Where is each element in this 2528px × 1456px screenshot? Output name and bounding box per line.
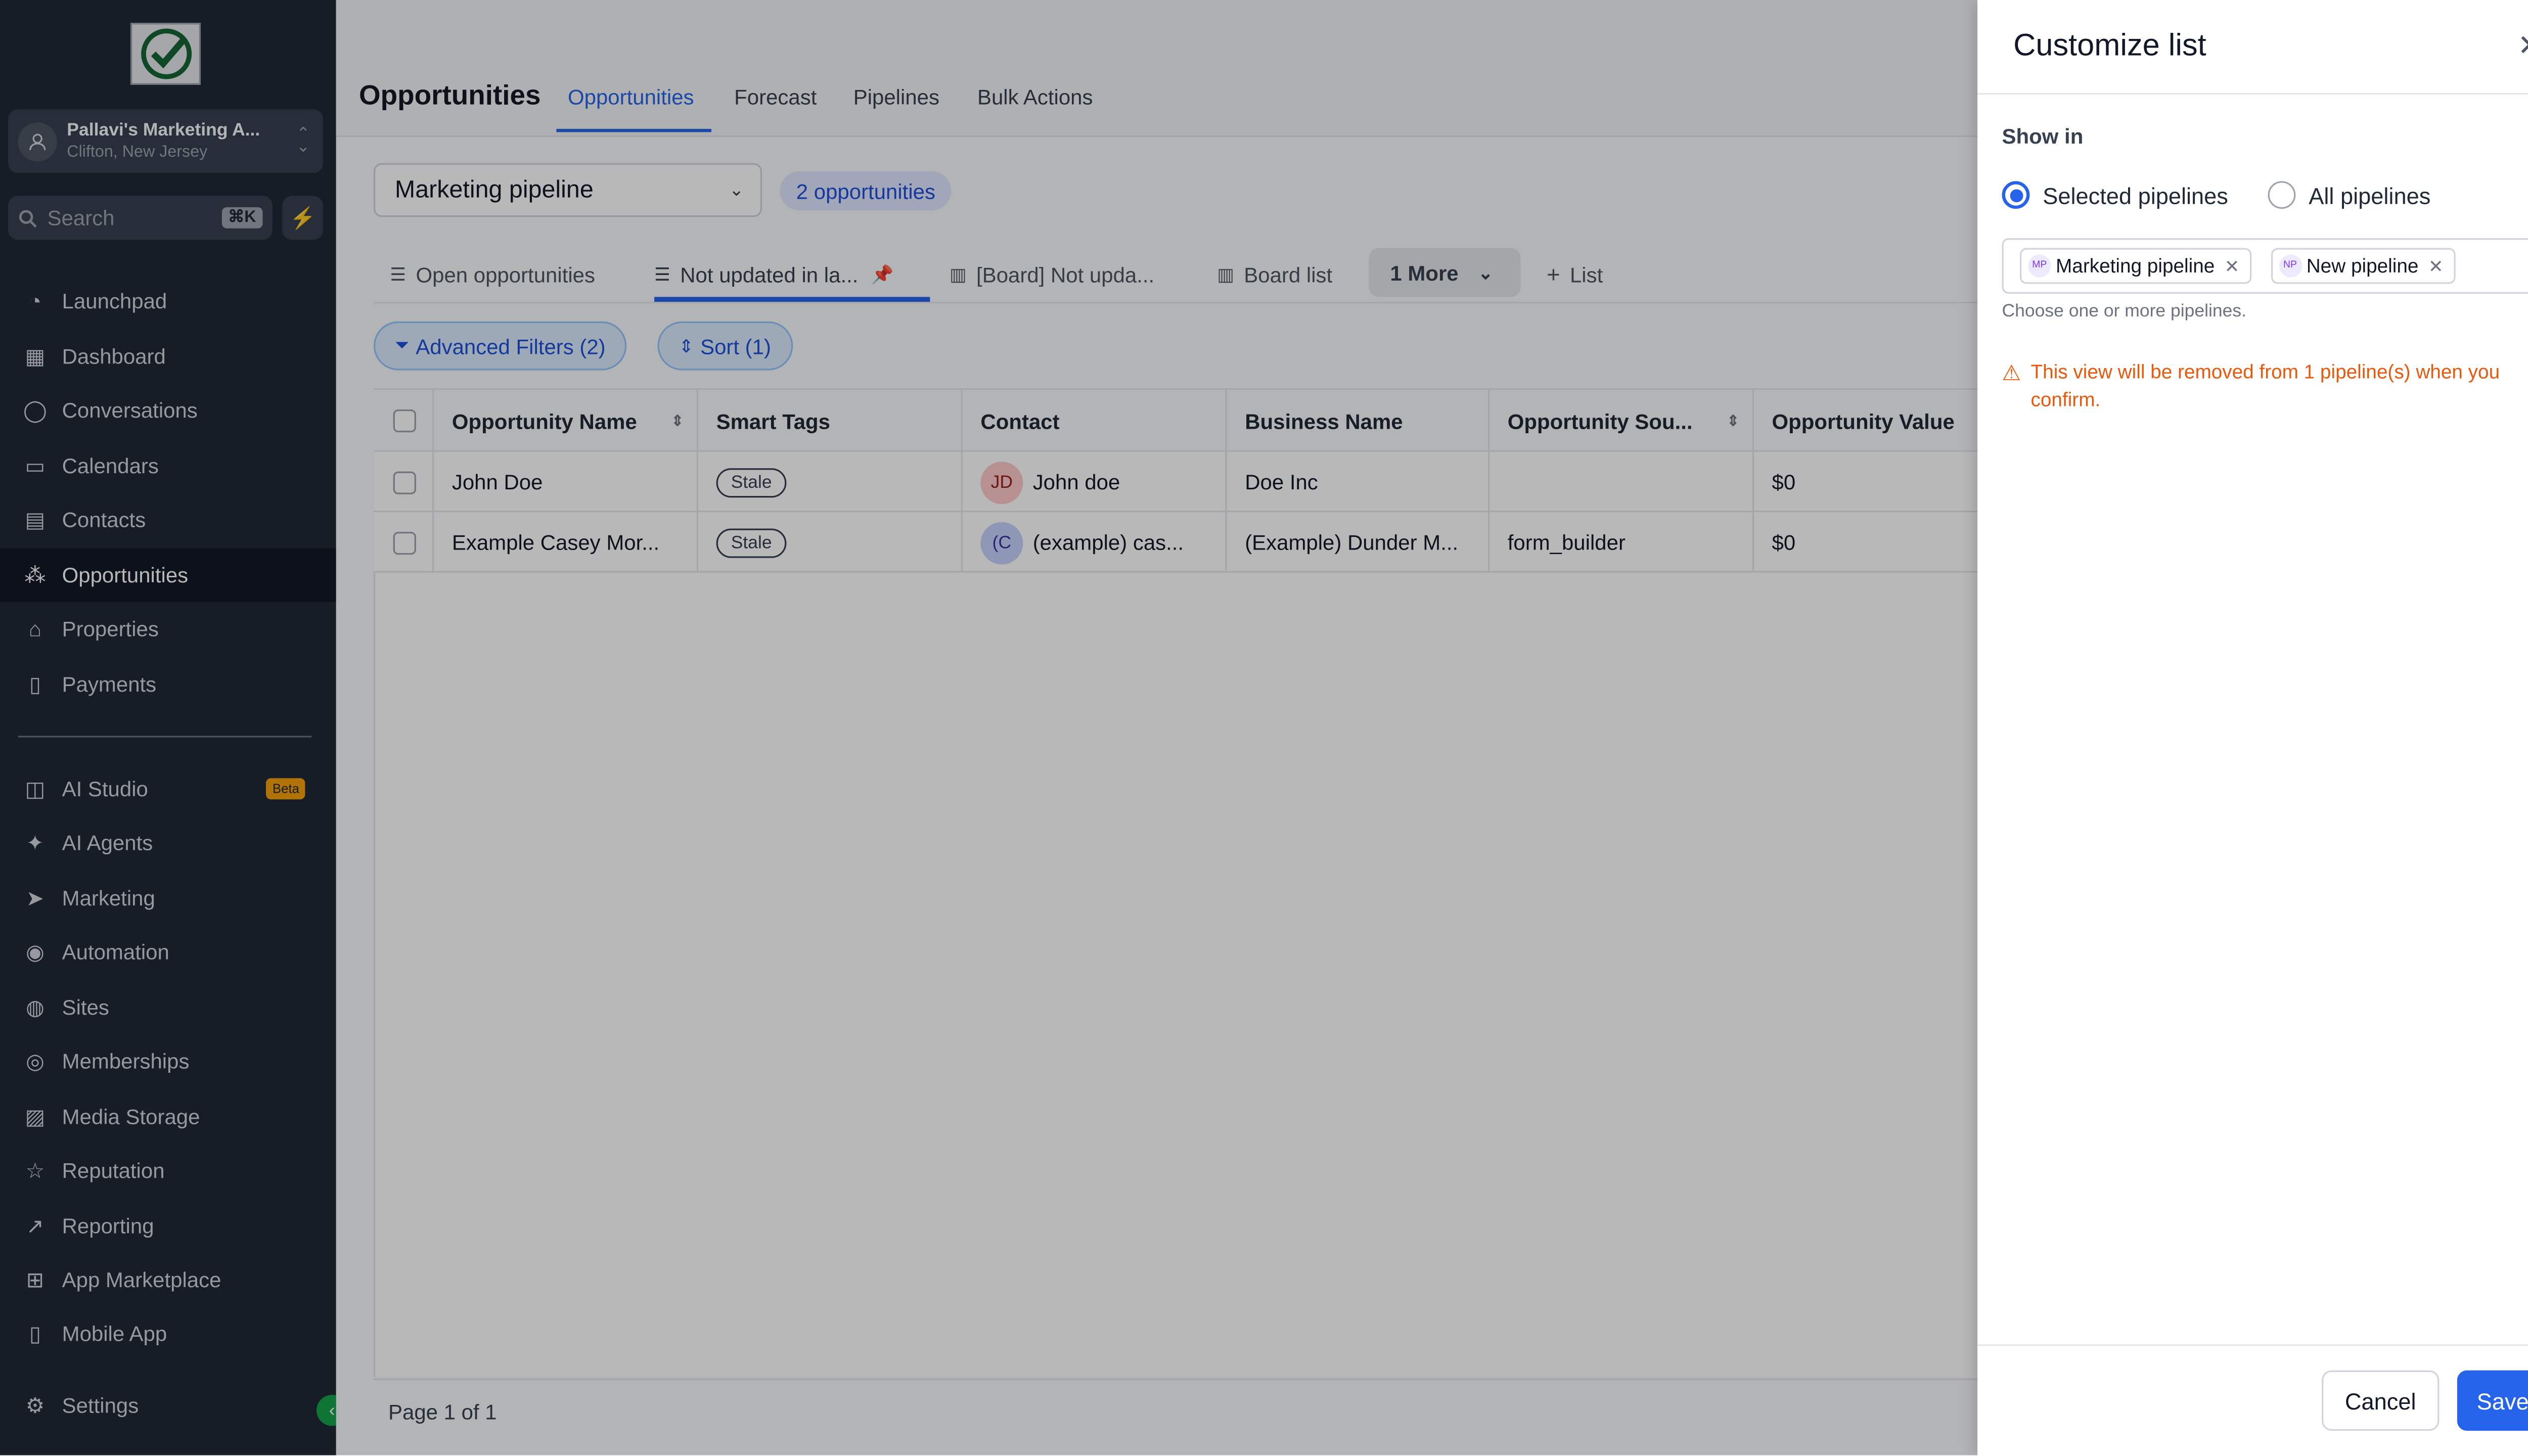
- radio-all-label: All pipelines: [2309, 181, 2431, 208]
- save-button[interactable]: Save: [2457, 1370, 2528, 1431]
- radio-all-pipelines[interactable]: All pipelines: [2268, 181, 2431, 209]
- drawer-title: Customize list: [2013, 29, 2206, 64]
- radio-selected-indicator[interactable]: [2002, 181, 2030, 209]
- remove-chip-icon[interactable]: ✕: [2225, 255, 2240, 277]
- show-in-label: Show in: [2002, 124, 2084, 149]
- chip-label: New pipeline: [2306, 254, 2419, 278]
- close-icon: ✕: [2517, 29, 2528, 62]
- customize-list-drawer: Customize list ✕ Show in Selected pipeli…: [1977, 0, 2528, 1455]
- warning-message: ⚠ This view will be removed from 1 pipeli…: [2002, 359, 2528, 415]
- drawer-footer-divider: [1977, 1344, 2528, 1346]
- close-button[interactable]: ✕: [2517, 29, 2528, 64]
- pipeline-chip: MP Marketing pipeline ✕: [2020, 248, 2251, 284]
- radio-selected-pipelines[interactable]: Selected pipelines: [2002, 181, 2228, 209]
- chip-initials: NP: [2278, 254, 2302, 278]
- remove-chip-icon[interactable]: ✕: [2428, 255, 2444, 277]
- pipeline-hint: Choose one or more pipelines.: [2002, 301, 2246, 322]
- radio-all-indicator[interactable]: [2268, 181, 2296, 209]
- radio-selected-label: Selected pipelines: [2043, 181, 2228, 208]
- chip-label: Marketing pipeline: [2056, 254, 2215, 278]
- pipeline-chip: NP New pipeline ✕: [2270, 248, 2455, 284]
- chip-initials: MP: [2028, 254, 2051, 278]
- warning-text: This view will be removed from 1 pipelin…: [2030, 360, 2500, 412]
- modal-overlay[interactable]: [0, 0, 1978, 1455]
- warning-icon: ⚠: [2002, 360, 2021, 385]
- drawer-header: Customize list ✕: [1977, 0, 2528, 95]
- cancel-button[interactable]: Cancel: [2322, 1370, 2440, 1431]
- pipeline-multiselect[interactable]: MPMarketing pipeline✕ NPNew pipeline✕ ⌄: [2002, 238, 2528, 294]
